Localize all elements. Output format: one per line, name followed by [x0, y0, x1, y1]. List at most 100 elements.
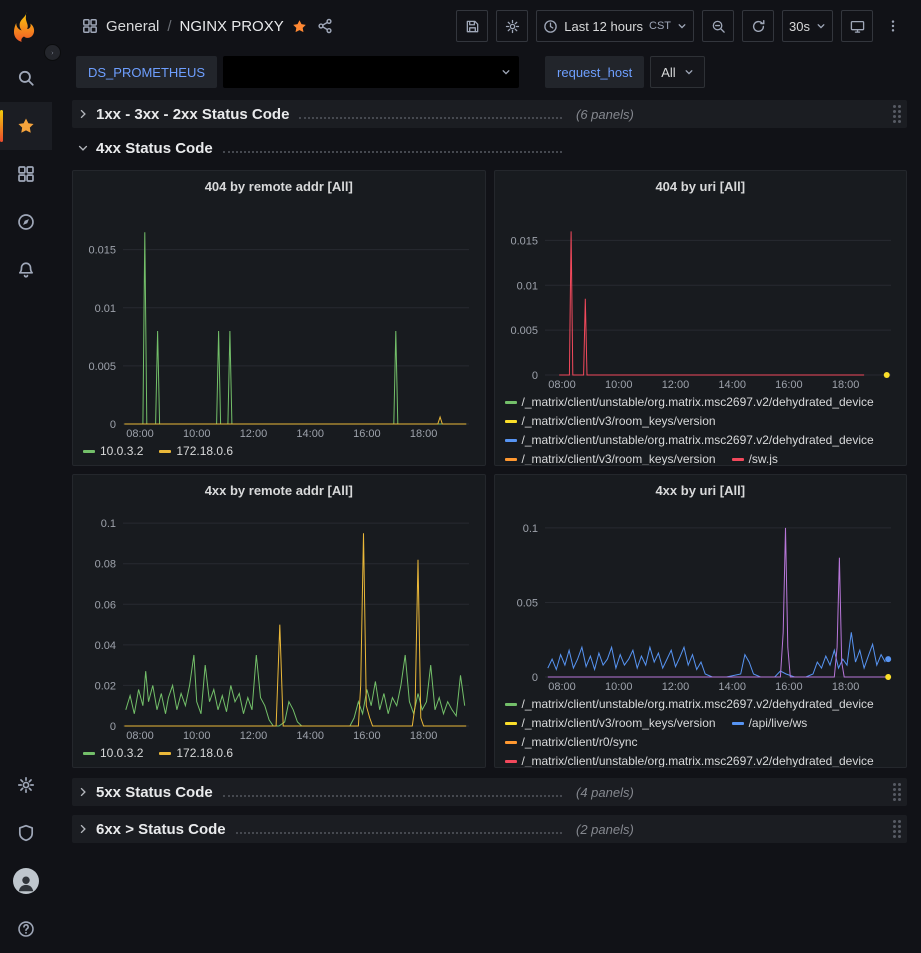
sidebar-item-alerting[interactable]: [0, 246, 52, 294]
legend-item[interactable]: 172.18.0.6: [159, 744, 233, 763]
grafana-logo[interactable]: [9, 10, 43, 44]
svg-text:10:00: 10:00: [183, 428, 211, 440]
timeseries-chart[interactable]: 00.050.108:0010:0012:0014:0016:0018:00: [501, 505, 901, 693]
panel-title[interactable]: 4xx by remote addr [All]: [73, 475, 485, 505]
svg-text:0.005: 0.005: [510, 325, 538, 337]
zoom-out-button[interactable]: [702, 10, 734, 42]
sidebar-item-dashboards[interactable]: [0, 150, 52, 198]
bell-icon: [17, 261, 35, 279]
refresh-interval-label: 30s: [789, 19, 810, 34]
series-label: /api/live/ws: [749, 714, 808, 733]
legend-item[interactable]: /_matrix/client/unstable/org.matrix.msc2…: [505, 752, 874, 767]
row-5xx[interactable]: 5xx Status Code (4 panels): [72, 778, 907, 806]
series-swatch-icon: [505, 439, 517, 442]
svg-text:12:00: 12:00: [240, 730, 268, 742]
row-drag-handle-icon[interactable]: [893, 783, 901, 801]
svg-text:16:00: 16:00: [353, 730, 381, 742]
legend-item[interactable]: /_matrix/client/r0/sync: [505, 733, 638, 752]
series-swatch-icon: [732, 458, 744, 461]
gear-icon: [505, 19, 520, 34]
legend-item[interactable]: /api/live/ws: [732, 714, 808, 733]
svg-text:0.015: 0.015: [88, 245, 116, 257]
chart-legend: /_matrix/client/unstable/org.matrix.msc2…: [495, 391, 907, 465]
timeseries-chart[interactable]: 00.0050.010.01508:0010:0012:0014:0016:00…: [501, 201, 901, 391]
refresh-interval-picker[interactable]: 30s: [782, 10, 833, 42]
sidebar-item-configuration[interactable]: [0, 761, 52, 809]
svg-text:12:00: 12:00: [661, 681, 689, 693]
svg-text:0.04: 0.04: [95, 640, 116, 652]
legend-item[interactable]: 10.0.3.2: [83, 442, 143, 461]
variable-request-host-dropdown[interactable]: All: [650, 56, 704, 88]
row-1xx-3xx-2xx[interactable]: 1xx - 3xx - 2xx Status Code (6 panels): [72, 100, 907, 128]
row-title: 1xx - 3xx - 2xx Status Code: [96, 106, 289, 123]
top-navbar: General / NGINX PROXY L: [52, 0, 921, 52]
variable-datasource-value-dropdown[interactable]: [223, 56, 519, 88]
row-drag-handle-icon[interactable]: [893, 820, 901, 838]
legend-item[interactable]: /_matrix/client/unstable/org.matrix.msc2…: [505, 695, 874, 714]
row-6xx[interactable]: 6xx > Status Code (2 panels): [72, 815, 907, 843]
dashboard-settings-button[interactable]: [496, 10, 528, 42]
legend-item[interactable]: /_matrix/client/v3/room_keys/version: [505, 714, 716, 733]
caret-down-icon: [501, 67, 511, 77]
sidebar-item-search[interactable]: [0, 54, 52, 102]
row-dotted-leader: [223, 143, 562, 153]
svg-text:10:00: 10:00: [604, 379, 632, 391]
tv-mode-button[interactable]: [841, 10, 873, 42]
svg-text:18:00: 18:00: [831, 379, 859, 391]
breadcrumb: General / NGINX PROXY: [82, 18, 333, 35]
share-icon[interactable]: [317, 18, 333, 34]
chart-legend: 10.0.3.2 172.18.0.6: [73, 742, 485, 767]
row-title: 5xx Status Code: [96, 784, 213, 801]
row-4xx[interactable]: 4xx Status Code: [72, 134, 907, 162]
variable-label-datasource[interactable]: DS_PROMETHEUS: [76, 56, 217, 88]
series-label: 172.18.0.6: [176, 744, 233, 763]
legend-item[interactable]: /_matrix/client/unstable/org.matrix.msc2…: [505, 431, 874, 450]
refresh-button[interactable]: [742, 10, 774, 42]
sidebar-item-server-admin[interactable]: [0, 809, 52, 857]
row-drag-handle-icon[interactable]: [893, 105, 901, 123]
sidebar-item-explore[interactable]: [0, 198, 52, 246]
breadcrumb-separator: /: [167, 18, 171, 35]
legend-item[interactable]: /_matrix/client/unstable/org.matrix.msc2…: [505, 393, 874, 412]
more-options-button[interactable]: [881, 10, 905, 42]
timeseries-chart[interactable]: 00.0050.010.01508:0010:0012:0014:0016:00…: [79, 201, 479, 440]
svg-text:18:00: 18:00: [410, 730, 438, 742]
save-dashboard-button[interactable]: [456, 10, 488, 42]
panel-title[interactable]: 4xx by uri [All]: [495, 475, 907, 505]
toolbar: Last 12 hours CST 30s: [456, 10, 905, 42]
caret-down-icon: [816, 21, 826, 31]
search-icon: [17, 69, 35, 87]
favorite-star-icon[interactable]: [292, 19, 307, 34]
legend-item[interactable]: /_matrix/client/v3/room_keys/version: [505, 450, 716, 465]
series-swatch-icon: [732, 722, 744, 725]
legend-item[interactable]: /_matrix/client/v3/room_keys/version: [505, 412, 716, 431]
series-swatch-icon: [505, 703, 517, 706]
svg-text:14:00: 14:00: [718, 681, 746, 693]
legend-item[interactable]: 172.18.0.6: [159, 442, 233, 461]
zoom-out-icon: [711, 19, 726, 34]
breadcrumb-folder[interactable]: General: [106, 18, 159, 35]
legend-item[interactable]: /sw.js: [732, 450, 778, 465]
sidebar-expand-button[interactable]: [44, 44, 61, 61]
panel-title[interactable]: 404 by remote addr [All]: [73, 171, 485, 201]
dashboard-title[interactable]: NGINX PROXY: [180, 18, 284, 35]
sidebar-item-profile[interactable]: [0, 857, 52, 905]
svg-text:0.005: 0.005: [88, 361, 116, 373]
timeseries-chart[interactable]: 00.020.040.060.080.108:0010:0012:0014:00…: [79, 505, 479, 742]
panel-title[interactable]: 404 by uri [All]: [495, 171, 907, 201]
svg-text:14:00: 14:00: [718, 379, 746, 391]
panel-4xx-by-remote-addr: 4xx by remote addr [All] 00.020.040.060.…: [72, 474, 486, 768]
variables-bar: DS_PROMETHEUS request_host All: [52, 52, 921, 92]
shield-icon: [17, 824, 35, 842]
monitor-icon: [850, 19, 865, 34]
sidebar-item-help[interactable]: [0, 905, 52, 953]
sidebar-item-starred[interactable]: [0, 102, 52, 150]
kebab-menu-icon: [886, 18, 900, 34]
panel-4xx-by-uri: 4xx by uri [All] 00.050.108:0010:0012:00…: [494, 474, 908, 768]
series-swatch-icon: [505, 458, 517, 461]
variable-label-request-host[interactable]: request_host: [545, 56, 644, 88]
dashboards-grid-icon: [17, 165, 35, 183]
legend-item[interactable]: 10.0.3.2: [83, 744, 143, 763]
clock-icon: [543, 19, 558, 34]
time-range-picker[interactable]: Last 12 hours CST: [536, 10, 694, 42]
